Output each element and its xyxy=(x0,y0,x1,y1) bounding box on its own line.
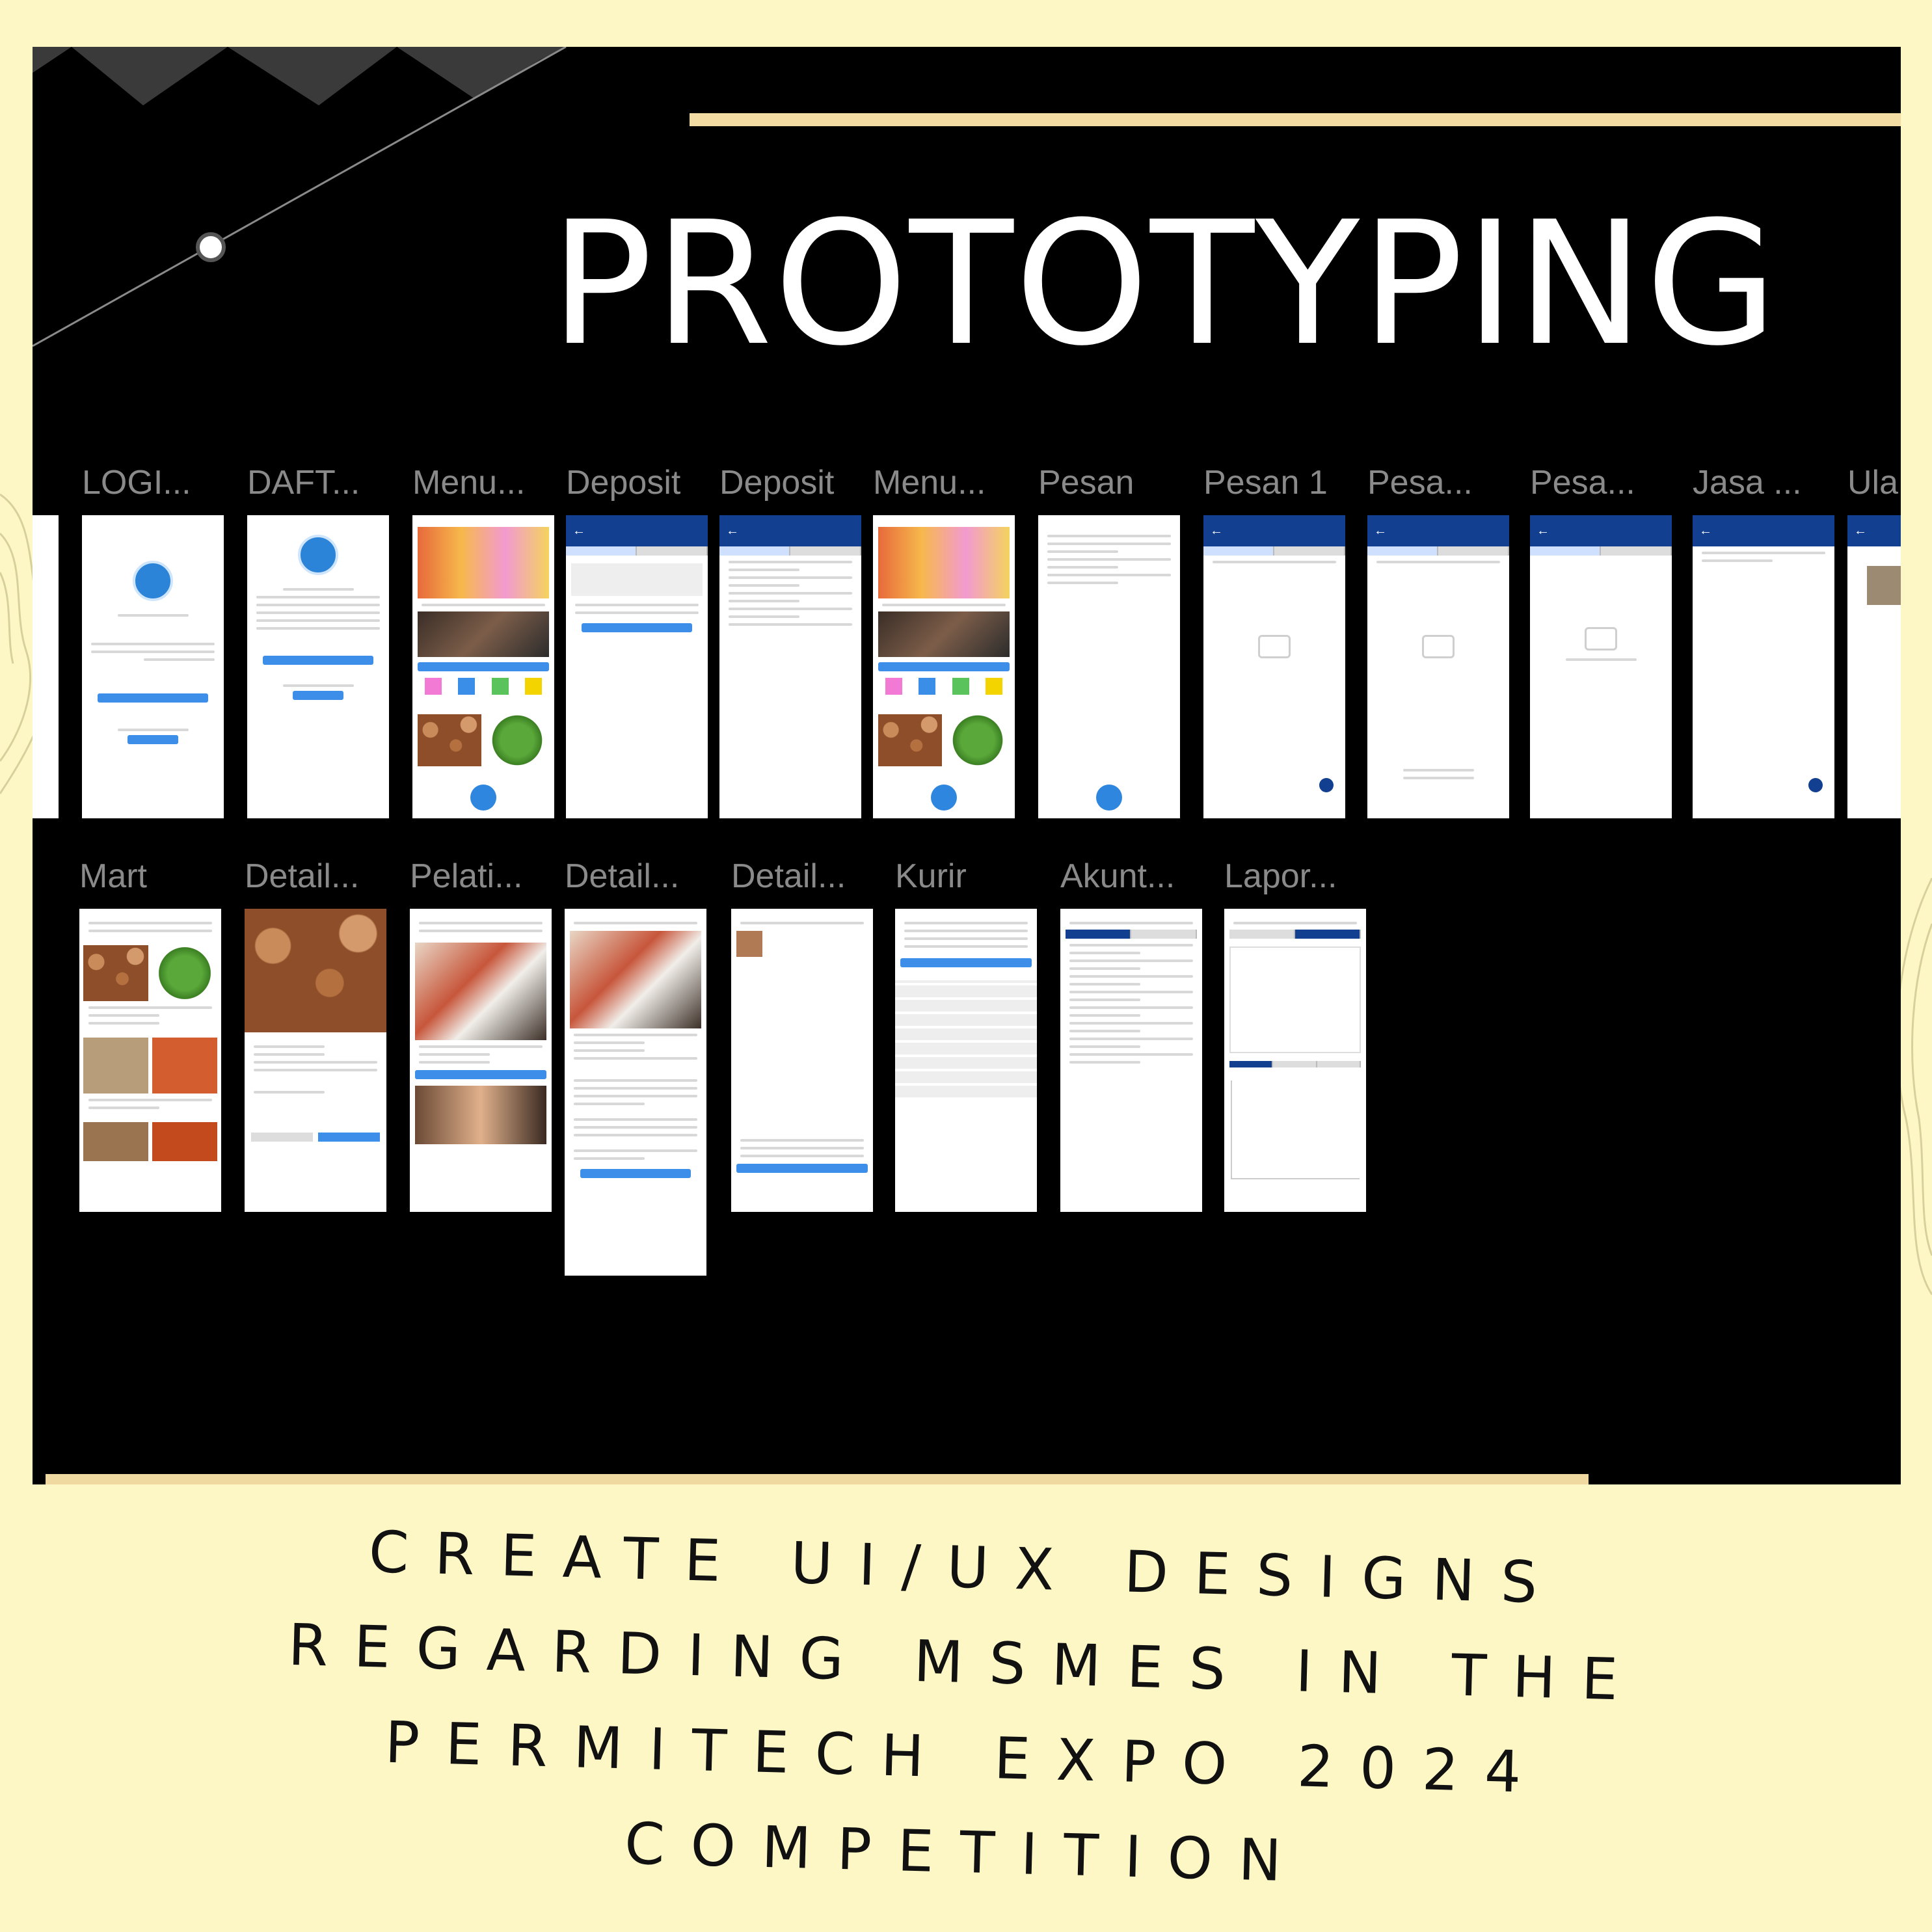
screen-thumbnail xyxy=(565,909,706,1276)
map-view[interactable] xyxy=(895,980,1037,1097)
add-icon xyxy=(1319,778,1334,792)
back-arrow-icon: ← xyxy=(1854,523,1867,538)
photo-thumbnail xyxy=(418,611,549,657)
back-arrow-icon: ← xyxy=(1210,523,1223,538)
screen-thumbnail xyxy=(33,515,59,818)
back-arrow-icon: ← xyxy=(1536,523,1550,538)
home-icon xyxy=(931,785,957,811)
screen-thumbnail xyxy=(247,515,389,818)
screen-thumbnail xyxy=(1224,909,1366,1212)
screen-thumbnail: ← xyxy=(719,515,861,818)
presentation-canvas: PROTOTYPING LOGI... DAFT... Menu... Depo… xyxy=(33,47,1901,1484)
gold-accent-bar xyxy=(46,1474,1589,1484)
back-arrow-icon: ← xyxy=(1374,523,1387,538)
photo-thumbnail xyxy=(878,611,1010,657)
frame-label: Pesa... xyxy=(1367,464,1473,502)
frame-label: Pelati... xyxy=(410,857,523,895)
frame-label: LOGI... xyxy=(82,464,191,502)
screen-thumbnail xyxy=(873,515,1015,818)
screen-thumbnail: ← xyxy=(1693,515,1834,818)
frame-label: Kurir xyxy=(895,857,967,895)
frame-label: Pesa... xyxy=(1530,464,1635,502)
category-icons xyxy=(416,678,550,695)
back-arrow-icon: ← xyxy=(726,523,739,538)
home-icon xyxy=(470,785,496,811)
home-icon xyxy=(1096,785,1122,811)
frame-label: Lapor... xyxy=(1224,857,1337,895)
frame-label: Detail... xyxy=(245,857,360,895)
frame-label: Deposit xyxy=(566,464,681,502)
frame-label: Pesan 1 xyxy=(1203,464,1328,502)
frame-label: Mart xyxy=(79,857,147,895)
logo-icon xyxy=(298,535,338,575)
chat-icon xyxy=(1585,627,1617,651)
frame-label: DAFT... xyxy=(247,464,360,502)
screen-thumbnail: ← xyxy=(1530,515,1672,818)
frame-label: Detail... xyxy=(565,857,680,895)
frame-label: Deposit xyxy=(719,464,835,502)
promo-banner xyxy=(878,527,1010,598)
screen-thumbnail xyxy=(895,909,1037,1212)
report-chart xyxy=(1231,1080,1360,1179)
screen-thumbnail: ← xyxy=(1847,515,1901,818)
category-icons xyxy=(877,678,1011,695)
screen-thumbnail xyxy=(410,909,552,1212)
screen-thumbnail: ← xyxy=(1367,515,1509,818)
promo-banner xyxy=(418,527,549,598)
gold-accent-bar xyxy=(690,113,1901,126)
add-icon xyxy=(1808,778,1823,792)
screen-thumbnail: ← xyxy=(566,515,708,818)
chat-icon xyxy=(1422,635,1455,658)
chat-icon xyxy=(1258,635,1291,658)
screen-thumbnail xyxy=(1060,909,1202,1212)
screen-thumbnail xyxy=(731,909,873,1212)
page-title: PROTOTYPING xyxy=(550,185,1779,383)
screen-thumbnail xyxy=(82,515,224,818)
frame-label: Ula xyxy=(1847,464,1899,502)
screen-thumbnail xyxy=(412,515,554,818)
frame-label: Menu... xyxy=(412,464,526,502)
frame-label: Jasa ... xyxy=(1693,464,1802,502)
screen-thumbnail xyxy=(245,909,386,1212)
frame-label: Pesan xyxy=(1038,464,1134,502)
frame-label: Akunt... xyxy=(1060,857,1175,895)
logo-icon xyxy=(133,561,173,601)
screen-thumbnail xyxy=(79,909,221,1212)
screen-thumbnail: ← xyxy=(1203,515,1345,818)
frame-label: Menu... xyxy=(873,464,986,502)
screen-thumbnail xyxy=(1038,515,1180,818)
back-arrow-icon: ← xyxy=(572,523,585,538)
back-arrow-icon: ← xyxy=(1699,523,1712,538)
frame-label: Detail... xyxy=(731,857,846,895)
